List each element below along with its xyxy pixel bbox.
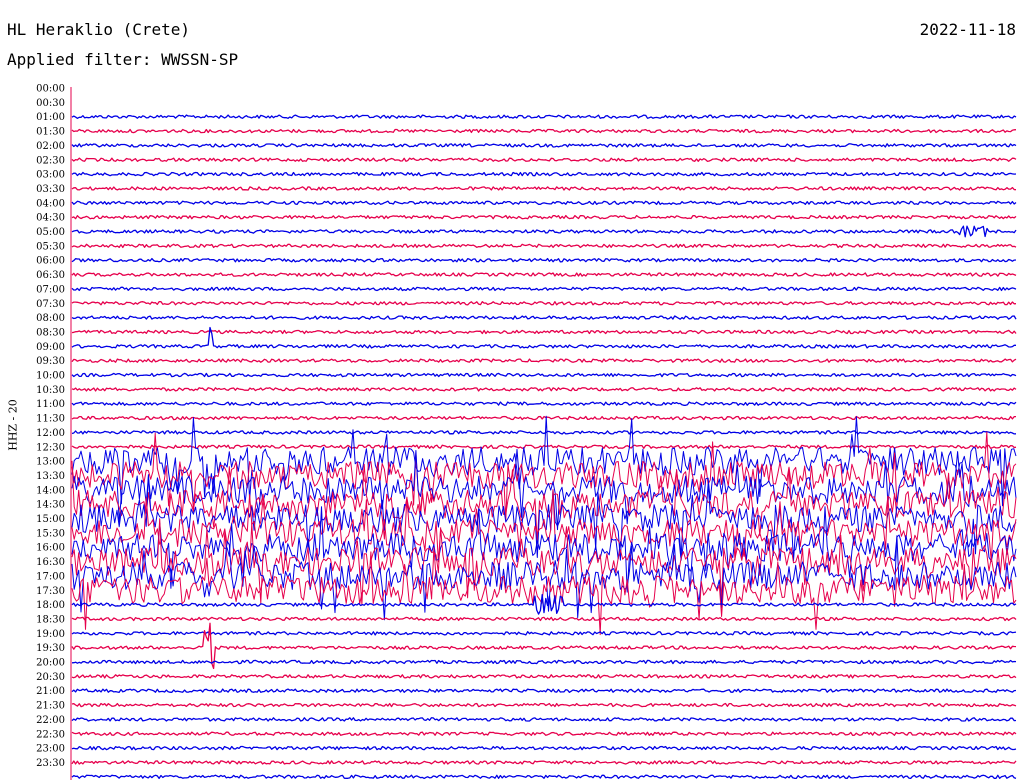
seismic-trace <box>71 547 1017 636</box>
seismic-trace <box>71 186 1017 191</box>
time-tick-label: 14:00 <box>36 485 65 496</box>
time-tick-label: 00:00 <box>36 84 65 95</box>
seismic-trace <box>71 631 1017 636</box>
time-tick-label: 13:30 <box>36 471 65 482</box>
seismic-trace <box>71 272 1017 277</box>
time-tick-label: 15:00 <box>36 514 65 525</box>
seismic-trace <box>71 731 1017 736</box>
time-tick-label: 08:30 <box>36 327 65 338</box>
time-tick-label: 12:30 <box>36 442 65 453</box>
time-tick-label: 09:00 <box>36 342 65 353</box>
time-tick-label: 02:30 <box>36 155 65 166</box>
seismic-trace <box>71 358 1017 363</box>
time-tick-label: 03:00 <box>36 170 65 181</box>
time-tick-label: 06:30 <box>36 270 65 281</box>
time-tick-label: 18:30 <box>36 614 65 625</box>
time-tick-label: 02:00 <box>36 141 65 152</box>
time-tick-label: 18:00 <box>36 600 65 611</box>
time-tick-label: 23:30 <box>36 758 65 769</box>
time-tick-label: 22:00 <box>36 715 65 726</box>
time-tick-label: 16:00 <box>36 543 65 554</box>
seismic-trace <box>71 214 1017 220</box>
time-tick-label: 20:30 <box>36 672 65 683</box>
seismic-trace <box>71 444 1017 449</box>
seismic-trace <box>71 128 1017 134</box>
time-tick-label: 00:30 <box>36 98 65 109</box>
time-tick-label: 16:30 <box>36 557 65 568</box>
seismic-trace <box>71 372 1017 378</box>
time-tick-label: 14:30 <box>36 500 65 511</box>
time-tick-label: 17:30 <box>36 586 65 597</box>
time-tick-label: 21:00 <box>36 686 65 697</box>
time-tick-label: 09:30 <box>36 356 65 367</box>
seismic-trace <box>71 329 1017 335</box>
seismic-trace <box>71 702 1017 708</box>
time-tick-label: 01:00 <box>36 112 65 123</box>
seismic-trace <box>71 717 1017 722</box>
time-tick-label: 10:00 <box>36 371 65 382</box>
seismic-trace <box>71 225 1017 238</box>
seismic-trace <box>71 257 1017 263</box>
seismic-trace <box>71 315 1017 320</box>
seismic-trace <box>71 143 1017 148</box>
seismic-trace <box>71 688 1017 693</box>
seismic-trace <box>71 200 1017 206</box>
time-tick-label: 13:00 <box>36 457 65 468</box>
time-tick-label: 22:30 <box>36 729 65 740</box>
seismic-trace <box>71 518 1017 605</box>
time-tick-label: 06:00 <box>36 256 65 267</box>
time-tick-label: 20:00 <box>36 658 65 669</box>
traces <box>71 114 1017 780</box>
time-tick-label: 12:00 <box>36 428 65 439</box>
time-tick-label: 07:30 <box>36 299 65 310</box>
seismic-trace <box>71 460 1017 544</box>
time-tick-label: 19:30 <box>36 643 65 654</box>
seismic-trace <box>71 415 1017 507</box>
time-tick-label: 17:00 <box>36 571 65 582</box>
seismic-trace <box>71 171 1017 177</box>
seismic-trace <box>71 674 1017 679</box>
time-tick-label: 23:00 <box>36 744 65 755</box>
seismic-trace <box>71 594 1017 615</box>
time-tick-label: 04:00 <box>36 198 65 209</box>
seismogram-plot: 00:00 00:30 01:00 01:30 02:00 02:30 03:00 03:30… <box>36 84 1017 780</box>
seismic-trace <box>71 415 1016 421</box>
seismic-trace <box>71 157 1017 162</box>
time-tick-label: 19:00 <box>36 629 65 640</box>
time-tick-label: 07:00 <box>36 284 65 295</box>
seismic-trace <box>71 286 1017 292</box>
seismic-trace <box>71 387 1017 392</box>
seismic-trace <box>71 745 1017 751</box>
seismic-trace <box>71 243 1017 249</box>
time-tick-label: 05:30 <box>36 241 65 252</box>
time-tick-label: 11:00 <box>36 399 65 410</box>
seismic-trace <box>71 616 1017 622</box>
time-tick-label: 04:30 <box>36 213 65 224</box>
time-tick-label: 01:30 <box>36 127 65 138</box>
time-tick-label: 11:30 <box>36 414 65 425</box>
seismic-trace <box>71 401 1017 406</box>
time-tick-label: 05:00 <box>36 227 65 238</box>
time-tick-label: 08:00 <box>36 313 65 324</box>
time-tick-label: 15:30 <box>36 528 65 539</box>
seismic-trace <box>71 114 1017 119</box>
tick-labels: 00:00 00:30 01:00 01:30 02:00 02:30 03:00 03:30… <box>36 84 65 769</box>
time-tick-label: 21:30 <box>36 701 65 712</box>
seismic-trace <box>71 760 1017 765</box>
seismic-trace <box>71 301 1017 306</box>
seismic-trace <box>71 430 1017 435</box>
seismic-trace <box>71 774 1017 780</box>
time-tick-label: 03:30 <box>36 184 65 195</box>
time-tick-label: 10:30 <box>36 385 65 396</box>
